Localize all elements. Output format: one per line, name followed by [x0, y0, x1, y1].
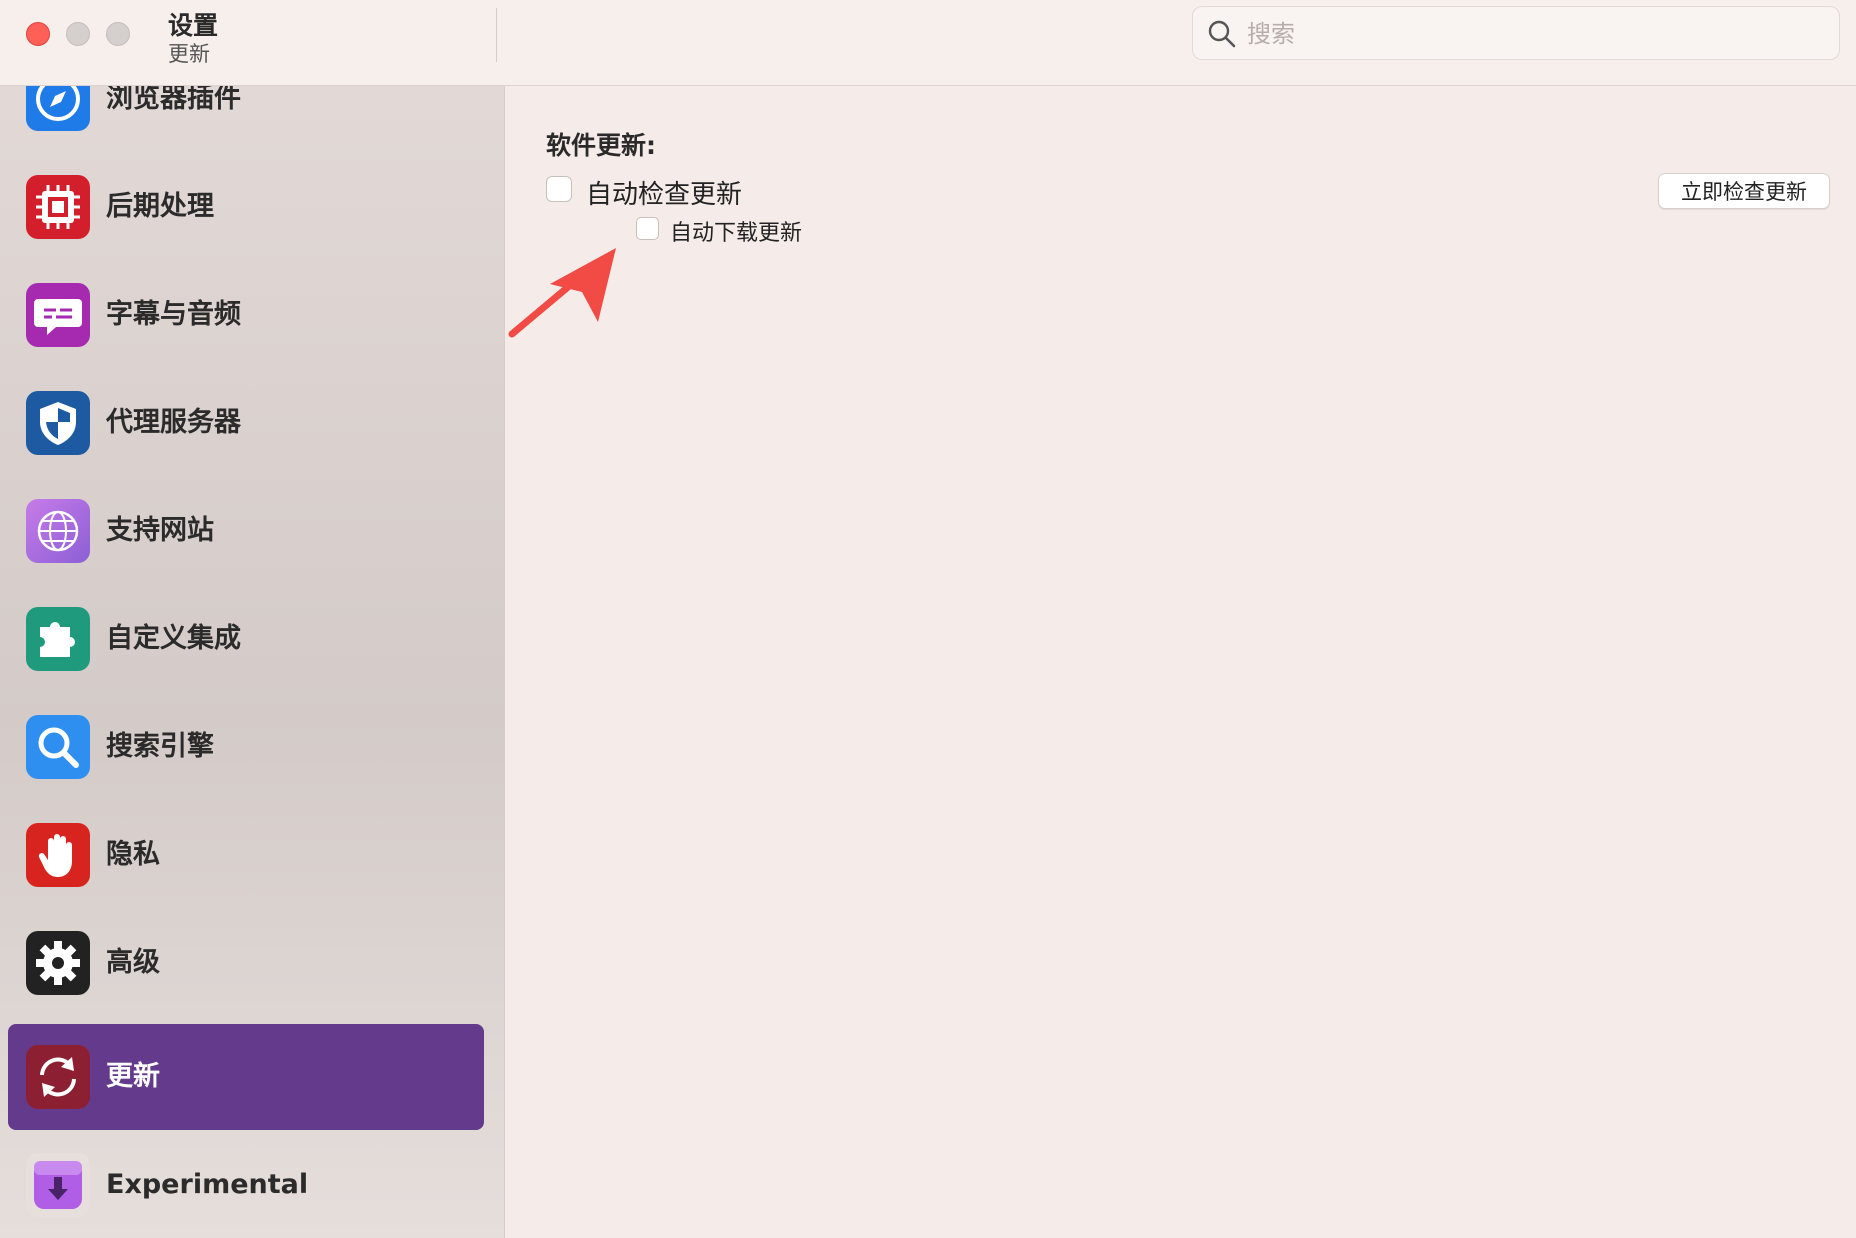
zoom-window-button[interactable] — [106, 22, 130, 46]
main-panel: 软件更新: 自动检查更新 自动下载更新 立即检查更新 — [506, 86, 1856, 1238]
annotation-arrow-icon — [508, 248, 616, 338]
title-divider — [496, 8, 497, 62]
sidebar-item-advanced[interactable]: 高级 — [8, 910, 484, 1016]
sidebar-item-label: 浏览器插件 — [106, 86, 241, 114]
search-icon — [1208, 20, 1236, 48]
chip-icon — [26, 175, 90, 239]
sidebar-item-label: 高级 — [106, 947, 160, 978]
sidebar-item-search-engines[interactable]: 搜索引擎 — [8, 694, 484, 800]
magnifier-icon — [26, 715, 90, 779]
close-window-button[interactable] — [26, 22, 50, 46]
hand-icon — [26, 823, 90, 887]
compass-icon — [26, 86, 90, 131]
sidebar-item-browser-extensions[interactable]: 浏览器插件 — [8, 86, 484, 152]
shield-icon — [26, 391, 90, 455]
speech-bubble-icon — [26, 283, 90, 347]
sidebar-item-privacy[interactable]: 隐私 — [8, 802, 484, 908]
sidebar: 浏览器插件 后期处理 字幕与音频 代理服务器 支持网站 自定义集成 搜索引擎 隐… — [0, 86, 505, 1238]
window-title: 设置 — [168, 11, 219, 40]
sidebar-item-label: 搜索引擎 — [106, 731, 214, 762]
sidebar-item-subtitles-audio[interactable]: 字幕与音频 — [8, 262, 484, 368]
sidebar-item-label: 字幕与音频 — [106, 299, 241, 330]
auto-download-updates-checkbox[interactable] — [636, 217, 659, 240]
window-subtitle: 更新 — [168, 42, 210, 66]
globe-icon — [26, 499, 90, 563]
sidebar-item-label: 隐私 — [106, 839, 160, 870]
sidebar-item-experimental[interactable]: Experimental — [8, 1132, 484, 1238]
sidebar-item-custom-integrations[interactable]: 自定义集成 — [8, 586, 484, 692]
auto-check-updates-label[interactable]: 自动检查更新 — [586, 174, 742, 211]
refresh-icon — [26, 1045, 90, 1109]
sidebar-item-label: 自定义集成 — [106, 623, 241, 654]
sidebar-item-proxy-server[interactable]: 代理服务器 — [8, 370, 484, 476]
sidebar-item-supported-sites[interactable]: 支持网站 — [8, 478, 484, 584]
search-input[interactable] — [1245, 15, 1819, 53]
title-bar: 设置 更新 — [0, 0, 1856, 86]
check-now-button[interactable]: 立即检查更新 — [1658, 173, 1830, 209]
puzzle-icon — [26, 607, 90, 671]
gear-icon — [26, 931, 90, 995]
sidebar-item-label: 后期处理 — [106, 191, 214, 222]
auto-check-updates-checkbox[interactable] — [546, 176, 572, 202]
sidebar-item-label: 支持网站 — [106, 515, 214, 546]
sidebar-item-post-processing[interactable]: 后期处理 — [8, 154, 484, 260]
minimize-window-button[interactable] — [66, 22, 90, 46]
sidebar-item-label: 代理服务器 — [106, 407, 241, 438]
sidebar-item-label: 更新 — [106, 1061, 160, 1092]
section-title: 软件更新: — [546, 131, 656, 160]
auto-download-updates-label[interactable]: 自动下载更新 — [670, 215, 802, 247]
sidebar-item-label: Experimental — [106, 1169, 309, 1200]
search-box[interactable] — [1192, 6, 1840, 60]
sidebar-item-updates[interactable]: 更新 — [8, 1024, 484, 1130]
download-box-icon — [26, 1153, 90, 1217]
